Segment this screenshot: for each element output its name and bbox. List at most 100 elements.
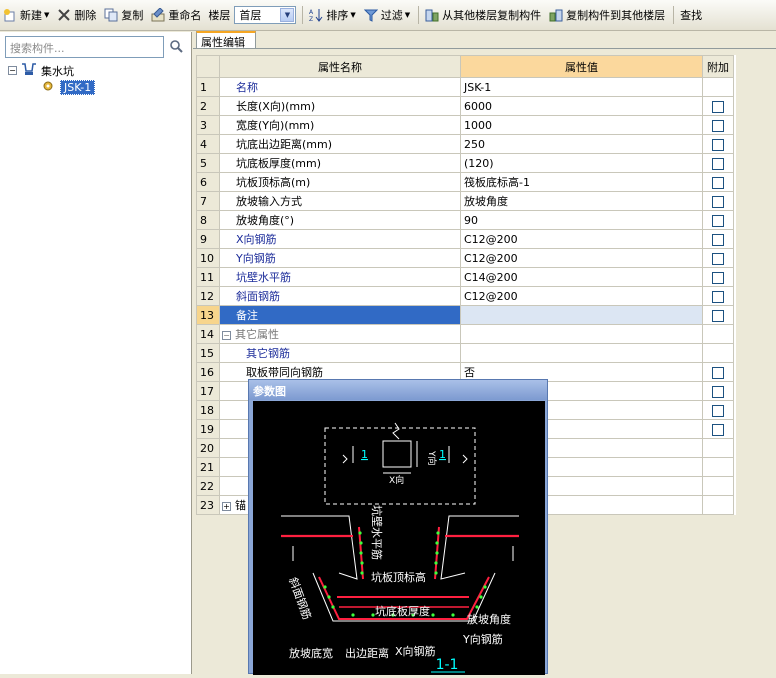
- toolbar-separator: [418, 6, 420, 24]
- new-button[interactable]: 新建 ▼: [0, 3, 52, 27]
- property-value-cell[interactable]: C14@200: [460, 267, 703, 287]
- table-row[interactable]: 10 Y向钢筋 C12@200: [196, 248, 734, 268]
- property-value-cell[interactable]: 1000: [460, 115, 703, 135]
- property-name-cell[interactable]: 长度(X向)(mm): [219, 96, 461, 116]
- property-value-cell[interactable]: (120): [460, 153, 703, 173]
- grid-header-name[interactable]: 属性名称: [219, 55, 461, 78]
- property-name-cell[interactable]: 放坡输入方式: [219, 191, 461, 211]
- popup-title: 参数图: [249, 380, 547, 400]
- attach-checkbox[interactable]: [712, 271, 724, 284]
- copy-from-other-floor-label: 从其他楼层复制构件: [442, 9, 542, 22]
- svg-text:Z: Z: [309, 16, 313, 22]
- table-row[interactable]: 1 名称 JSK-1: [196, 77, 734, 97]
- property-value-cell[interactable]: [460, 324, 703, 344]
- attach-checkbox[interactable]: [712, 309, 724, 322]
- copy-button[interactable]: 复制: [101, 3, 146, 27]
- property-name-cell[interactable]: 坑底出边距离(mm): [219, 134, 461, 154]
- attach-checkbox[interactable]: [712, 157, 724, 170]
- property-name-cell[interactable]: 宽度(Y向)(mm): [219, 115, 461, 135]
- table-row[interactable]: 4 坑底出边距离(mm) 250: [196, 134, 734, 154]
- attach-checkbox[interactable]: [712, 404, 724, 417]
- tab-property-edit[interactable]: 属性编辑: [196, 31, 256, 49]
- table-row[interactable]: 14− 其它属性: [196, 324, 734, 344]
- property-value-cell[interactable]: C12@200: [460, 286, 703, 306]
- chevron-down-icon: ▼: [404, 11, 411, 19]
- table-row[interactable]: 9 X向钢筋 C12@200: [196, 229, 734, 249]
- property-name-cell[interactable]: − 其它属性: [219, 324, 461, 344]
- property-value-cell[interactable]: 250: [460, 134, 703, 154]
- property-value-cell[interactable]: 90: [460, 210, 703, 230]
- attach-checkbox[interactable]: [712, 252, 724, 265]
- property-value-cell[interactable]: 筏板底标高-1: [460, 172, 703, 192]
- table-row[interactable]: 5 坑底板厚度(mm) (120): [196, 153, 734, 173]
- floor-select[interactable]: 首层 ▼: [234, 6, 297, 24]
- tree-node-sump[interactable]: − 集水坑: [8, 62, 95, 79]
- property-name-cell[interactable]: 坑壁水平筋: [219, 267, 461, 287]
- table-row[interactable]: 11 坑壁水平筋 C14@200: [196, 267, 734, 287]
- property-name: 锚: [235, 499, 246, 512]
- rename-button[interactable]: 重命名: [148, 3, 204, 27]
- attach-checkbox[interactable]: [712, 423, 724, 436]
- filter-icon: [363, 8, 378, 22]
- collapse-icon[interactable]: −: [8, 66, 17, 75]
- row-number: 1: [196, 77, 220, 97]
- grid-header-value[interactable]: 属性值: [460, 55, 703, 78]
- table-row[interactable]: 7 放坡输入方式 放坡角度: [196, 191, 734, 211]
- grid-header-extra[interactable]: 附加: [702, 55, 734, 78]
- attach-checkbox[interactable]: [712, 100, 724, 113]
- attach-checkbox[interactable]: [712, 214, 724, 227]
- sort-button[interactable]: AZ 排序 ▼: [306, 3, 358, 27]
- property-value-cell[interactable]: 6000: [460, 96, 703, 116]
- property-name-cell[interactable]: 坑底板厚度(mm): [219, 153, 461, 173]
- attach-checkbox[interactable]: [712, 195, 724, 208]
- property-value-cell[interactable]: JSK-1: [460, 77, 703, 97]
- property-name-cell[interactable]: Y向钢筋: [219, 248, 461, 268]
- attach-cell: [702, 134, 734, 154]
- row-number: 8: [196, 210, 220, 230]
- property-name-cell[interactable]: 放坡角度(°): [219, 210, 461, 230]
- filter-button[interactable]: 过滤 ▼: [361, 3, 413, 27]
- attach-checkbox[interactable]: [712, 385, 724, 398]
- table-row[interactable]: 15 其它钢筋: [196, 343, 734, 363]
- property-name-cell[interactable]: X向钢筋: [219, 229, 461, 249]
- search-input[interactable]: 搜索构件...: [5, 36, 164, 58]
- table-row[interactable]: 8 放坡角度(°) 90: [196, 210, 734, 230]
- attach-checkbox[interactable]: [712, 366, 724, 379]
- plan-break-line: [392, 422, 400, 440]
- property-value-cell[interactable]: 放坡角度: [460, 191, 703, 211]
- property-name: 长度(X向)(mm): [236, 100, 316, 113]
- table-row[interactable]: 13 备注: [196, 305, 734, 325]
- property-value-cell[interactable]: C12@200: [460, 248, 703, 268]
- property-value-cell[interactable]: [460, 343, 703, 363]
- property-value-cell[interactable]: [460, 305, 703, 325]
- table-row[interactable]: 3 宽度(Y向)(mm) 1000: [196, 115, 734, 135]
- attach-checkbox[interactable]: [712, 119, 724, 132]
- property-name-cell[interactable]: 其它钢筋: [219, 343, 461, 363]
- attach-checkbox[interactable]: [712, 176, 724, 189]
- property-name: Y向钢筋: [236, 252, 276, 265]
- table-row[interactable]: 6 坑板顶标高(m) 筏板底标高-1: [196, 172, 734, 192]
- collapse-icon[interactable]: −: [222, 330, 231, 340]
- property-name: 坑底板厚度(mm): [236, 157, 322, 170]
- property-name-cell[interactable]: 斜面钢筋: [219, 286, 461, 306]
- parameter-diagram-popup[interactable]: 参数图 1 1 X向 Y向 坑壁水平筋 坑板顶标高 斜面钢筋 坑底板厚度 放坡角…: [248, 379, 548, 675]
- copy-to-other-floor-button[interactable]: 复制构件到其他楼层: [546, 3, 668, 27]
- copy-from-other-floor-button[interactable]: 从其他楼层复制构件: [422, 3, 544, 27]
- property-value-cell[interactable]: C12@200: [460, 229, 703, 249]
- expand-icon[interactable]: +: [222, 501, 231, 511]
- attach-cell: [702, 172, 734, 192]
- tree-node-jsk1[interactable]: JSK-1: [8, 79, 96, 96]
- table-row[interactable]: 2 长度(X向)(mm) 6000: [196, 96, 734, 116]
- attach-checkbox[interactable]: [712, 290, 724, 303]
- attach-cell: [702, 457, 734, 477]
- property-name-cell[interactable]: 备注: [219, 305, 461, 325]
- table-row[interactable]: 12 斜面钢筋 C12@200: [196, 286, 734, 306]
- property-name-cell[interactable]: 坑板顶标高(m): [219, 172, 461, 192]
- find-button[interactable]: 查找: [677, 3, 705, 27]
- property-name-cell[interactable]: 名称: [219, 77, 461, 97]
- attach-checkbox[interactable]: [712, 138, 724, 151]
- search-button[interactable]: [165, 36, 187, 58]
- delete-button[interactable]: 删除: [54, 3, 99, 27]
- attach-checkbox[interactable]: [712, 233, 724, 246]
- tab-divider: [193, 48, 776, 49]
